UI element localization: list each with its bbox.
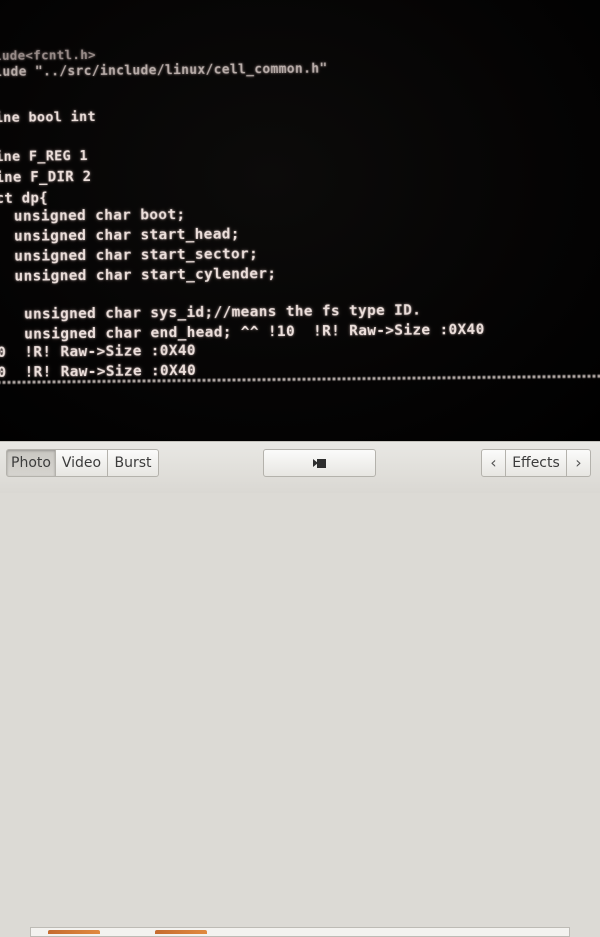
photo-thumbnail[interactable] — [155, 930, 207, 934]
camera-preview: lude<fcntl.h> lude "../src/include/linux… — [0, 0, 600, 441]
code-line: ine F_DIR 2 — [0, 168, 92, 186]
code-line: lude<fcntl.h> — [0, 46, 96, 63]
chevron-left-icon: ‹ — [490, 453, 497, 472]
code-line: unsigned char start_cylender; — [0, 266, 277, 285]
code-line: lude "../src/include/linux/cell_common.h… — [0, 61, 328, 80]
code-line: 0 !R! Raw->Size :0X40 — [0, 342, 196, 361]
video-mode-button[interactable]: Video — [55, 449, 108, 477]
camera-capture-icon — [313, 458, 326, 468]
code-line: 0 !R! Raw->Size :0X40 — [0, 362, 197, 381]
previous-effect-button[interactable]: ‹ — [481, 449, 506, 477]
code-line: ct dp{ — [0, 190, 49, 207]
burst-mode-button[interactable]: Burst — [107, 449, 159, 477]
code-line: unsigned char start_sector; — [0, 246, 259, 265]
code-line: unsigned char end_head; ^^ !10 !R! Raw->… — [0, 321, 485, 343]
photographed-terminal-screen: lude<fcntl.h> lude "../src/include/linux… — [0, 39, 600, 384]
code-line: unsigned char start_head; — [0, 226, 240, 245]
code-line: unsigned char boot; — [0, 207, 186, 225]
capture-mode-selector: Photo Video Burst — [6, 449, 159, 477]
code-line: ine F_REG 1 — [0, 148, 88, 165]
thumbnail-strip[interactable] — [30, 927, 570, 937]
photo-thumbnail[interactable] — [48, 930, 100, 934]
chevron-right-icon: › — [575, 453, 582, 472]
take-photo-button[interactable] — [263, 449, 376, 477]
next-effect-button[interactable]: › — [566, 449, 591, 477]
code-line: unsigned char sys_id;//means the fs type… — [0, 302, 422, 323]
code-line: ine bool int — [0, 108, 96, 126]
camera-toolbar: Photo Video Burst ‹ Effects › — [0, 441, 600, 937]
effects-button[interactable]: Effects — [505, 449, 567, 477]
photo-mode-button[interactable]: Photo — [6, 449, 56, 477]
